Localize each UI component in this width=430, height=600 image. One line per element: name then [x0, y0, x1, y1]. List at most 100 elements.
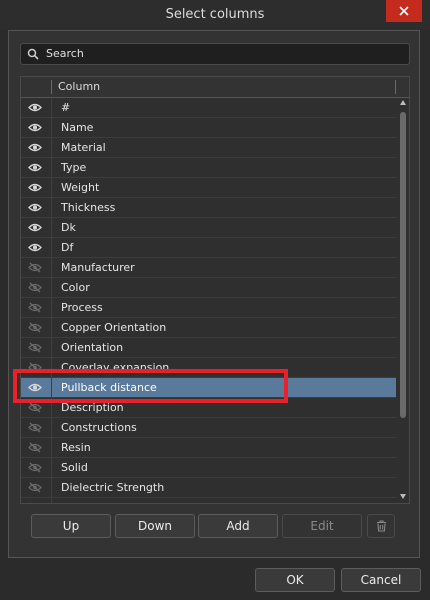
close-button[interactable] [386, 0, 422, 22]
table-row[interactable]: Copper Orientation [21, 318, 396, 338]
cell-separator [51, 438, 52, 458]
cell-separator [51, 398, 52, 418]
table-row[interactable]: Coverlay expansion [21, 358, 396, 378]
cell-separator [51, 418, 52, 438]
table-row[interactable]: Resin [21, 438, 396, 458]
cell-separator [51, 318, 52, 338]
eye-icon[interactable] [28, 242, 42, 253]
table-row[interactable]: Orientation [21, 338, 396, 358]
table-row[interactable]: Color [21, 278, 396, 298]
table-row[interactable]: Weight [21, 178, 396, 198]
eye-slash-icon[interactable] [28, 322, 42, 333]
table-row[interactable]: Type [21, 158, 396, 178]
table-row[interactable]: # [21, 98, 396, 118]
cell-separator [51, 358, 52, 378]
row-label: Copper Orientation [61, 321, 167, 334]
column-header[interactable]: Column [58, 80, 100, 93]
eye-slash-icon[interactable] [28, 502, 42, 503]
edit-button[interactable]: Edit [282, 514, 362, 538]
eye-slash-icon[interactable] [28, 262, 42, 273]
table-row[interactable]: Description [21, 398, 396, 418]
eye-icon[interactable] [28, 202, 42, 213]
scroll-thumb[interactable] [400, 112, 406, 418]
row-label: Type [61, 161, 87, 174]
eye-slash-icon[interactable] [28, 402, 42, 413]
table-row[interactable]: Constructions [21, 418, 396, 438]
row-label: Dielectric Strength [61, 481, 165, 494]
eye-slash-icon[interactable] [28, 302, 42, 313]
eye-icon[interactable] [28, 162, 42, 173]
footer-bar: OK Cancel [0, 558, 430, 600]
ok-button[interactable]: OK [255, 568, 335, 592]
close-icon [399, 6, 409, 16]
eye-slash-icon[interactable] [28, 362, 42, 373]
cancel-button[interactable]: Cancel [341, 568, 421, 592]
eye-slash-icon[interactable] [28, 342, 42, 353]
row-label: Description [61, 401, 124, 414]
cell-separator [51, 238, 52, 258]
add-button[interactable]: Add [198, 514, 278, 538]
cell-separator [51, 378, 52, 398]
vertical-scrollbar[interactable] [397, 98, 409, 503]
cell-separator [51, 338, 52, 358]
scroll-up-arrow-icon[interactable] [400, 100, 406, 105]
grid-header: Column [21, 77, 409, 98]
table-row[interactable]: Dielectric Strength [21, 478, 396, 498]
eye-icon[interactable] [28, 102, 42, 113]
up-button[interactable]: Up [31, 514, 111, 538]
cell-separator [51, 498, 52, 503]
table-row[interactable]: Name [21, 118, 396, 138]
row-label: Name [61, 121, 94, 134]
eye-slash-icon[interactable] [28, 482, 42, 493]
cell-separator [51, 138, 52, 158]
eye-slash-icon[interactable] [28, 282, 42, 293]
row-label: Process [61, 301, 103, 314]
cell-separator [51, 118, 52, 138]
table-row[interactable]: Thickness [21, 198, 396, 218]
row-label: Df [61, 241, 74, 254]
eye-slash-icon[interactable] [28, 462, 42, 473]
cell-separator [51, 198, 52, 218]
search-input[interactable]: Search [46, 47, 84, 60]
cell-separator [51, 458, 52, 478]
cell-separator [51, 478, 52, 498]
table-row[interactable]: Pullback distance [21, 378, 396, 398]
eye-icon[interactable] [28, 122, 42, 133]
row-label: Volume Resistivity [61, 501, 162, 503]
eye-icon[interactable] [28, 382, 42, 393]
trash-icon [376, 520, 386, 532]
eye-slash-icon[interactable] [28, 442, 42, 453]
table-row[interactable]: Manufacturer [21, 258, 396, 278]
row-label: Manufacturer [61, 261, 135, 274]
title-bar: Select columns [0, 0, 430, 30]
scroll-down-arrow-icon[interactable] [400, 494, 406, 499]
cell-separator [51, 98, 52, 118]
row-label: Solid [61, 461, 88, 474]
row-label: Orientation [61, 341, 124, 354]
table-row[interactable]: Solid [21, 458, 396, 478]
row-label: Dk [61, 221, 76, 234]
down-button[interactable]: Down [115, 514, 195, 538]
rows-list: # Name Material Type Weight Thickness Dk Df Manu… [21, 98, 396, 503]
cell-separator [51, 158, 52, 178]
row-label: # [61, 101, 71, 114]
eye-slash-icon[interactable] [28, 422, 42, 433]
table-row[interactable]: Process [21, 298, 396, 318]
table-row[interactable]: Dk [21, 218, 396, 238]
search-icon [27, 48, 39, 60]
row-label: Resin [61, 441, 91, 454]
table-row[interactable]: Volume Resistivity [21, 498, 396, 503]
cell-separator [51, 278, 52, 298]
dialog-title: Select columns [165, 7, 265, 22]
eye-icon[interactable] [28, 182, 42, 193]
delete-button[interactable] [367, 514, 395, 538]
eye-icon[interactable] [28, 222, 42, 233]
row-label: Pullback distance [61, 381, 157, 394]
table-row[interactable]: Df [21, 238, 396, 258]
row-label: Constructions [61, 421, 137, 434]
row-label: Coverlay expansion [61, 361, 170, 374]
columns-grid: Column # Name Material Type Weight Thickness D… [20, 76, 410, 504]
search-box[interactable]: Search [20, 43, 410, 65]
eye-icon[interactable] [28, 142, 42, 153]
table-row[interactable]: Material [21, 138, 396, 158]
